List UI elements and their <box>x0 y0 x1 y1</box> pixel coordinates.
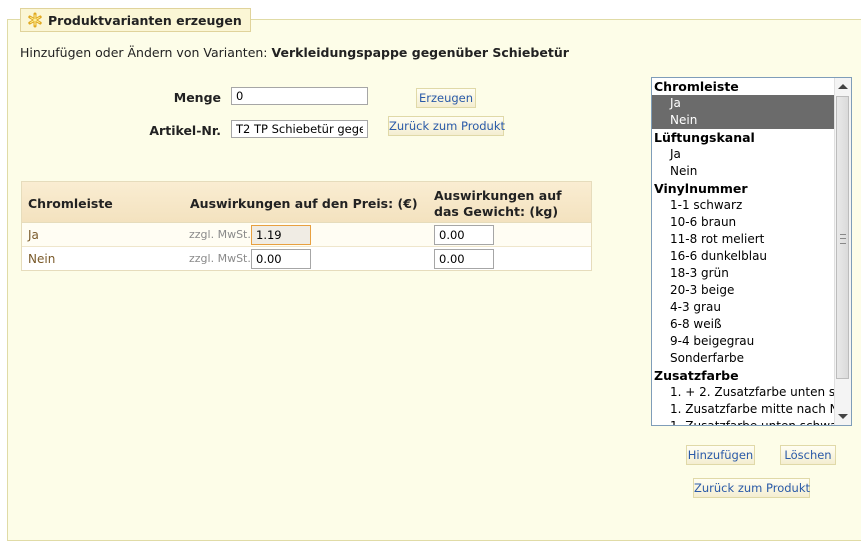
menge-label: Menge <box>173 90 221 105</box>
price-input[interactable] <box>251 225 311 245</box>
weight-input[interactable] <box>434 249 494 269</box>
table-row: Ja zzgl. MwSt. <box>22 223 591 247</box>
scroll-thumb[interactable] <box>836 96 849 379</box>
listbox-option[interactable]: 1. Zusatzfarbe mitte nach NC <box>652 401 834 418</box>
delete-button[interactable]: Löschen <box>780 445 836 465</box>
add-button[interactable]: Hinzufügen <box>686 445 755 465</box>
listbox-option[interactable]: Nein <box>652 163 834 180</box>
artikel-input[interactable] <box>231 120 368 138</box>
artikel-label: Artikel-Nr. <box>149 123 221 138</box>
listbox-option[interactable]: Sonderfarbe <box>652 350 834 367</box>
column-header-price: Auswirkungen auf den Preis: (€) <box>190 196 418 211</box>
listbox-option[interactable]: 9-4 beigegrau <box>652 333 834 350</box>
listbox-group-label: Chromleiste <box>654 79 739 94</box>
intro-prefix: Hinzufügen oder Ändern von Varianten: <box>20 45 268 60</box>
asterisk-icon <box>27 12 43 28</box>
listbox-group-label: Vinylnummer <box>654 181 748 196</box>
listbox-option[interactable]: 1. + 2. Zusatzfarbe unten schwarz <box>652 384 834 401</box>
listbox-option[interactable]: Ja <box>652 146 834 163</box>
listbox-scrollbar[interactable] <box>834 78 851 425</box>
listbox-option[interactable]: Ja <box>652 95 834 112</box>
product-name: Verkleidungspappe gegenüber Schiebetür <box>271 45 569 60</box>
listbox-option[interactable]: 20-3 beige <box>652 282 834 299</box>
scroll-down-icon[interactable] <box>838 414 848 419</box>
variant-table: Chromleiste Auswirkungen auf den Preis: … <box>21 181 592 271</box>
listbox-option[interactable]: 6-8 weiß <box>652 316 834 333</box>
back-to-product-button-bottom[interactable]: Zurück zum Produkt <box>693 478 810 498</box>
erzeugen-button[interactable]: Erzeugen <box>416 88 476 108</box>
table-header: Chromleiste Auswirkungen auf den Preis: … <box>22 182 591 223</box>
table-row: Nein zzgl. MwSt. <box>22 247 591 270</box>
price-input[interactable] <box>251 249 311 269</box>
listbox-option[interactable]: Nein <box>652 112 834 129</box>
listbox-option[interactable]: 11-8 rot meliert <box>652 231 834 248</box>
tax-note: zzgl. MwSt. <box>189 228 251 241</box>
scroll-up-icon[interactable] <box>838 84 848 89</box>
back-to-product-button-top[interactable]: Zurück zum Produkt <box>388 116 505 136</box>
listbox-option[interactable]: 1-1 schwarz <box>652 197 834 214</box>
weight-input[interactable] <box>434 225 494 245</box>
listbox-option[interactable]: 4-3 grau <box>652 299 834 316</box>
column-header-name: Chromleiste <box>28 196 113 211</box>
intro-text: Hinzufügen oder Ändern von Varianten: Ve… <box>20 45 569 60</box>
menge-input[interactable] <box>231 87 368 105</box>
listbox-option[interactable]: 1. Zusatzfarbe unten schwarz <box>652 418 834 425</box>
tax-note: zzgl. MwSt. <box>189 252 251 265</box>
grip-icon <box>840 234 846 244</box>
listbox-options: Chromleiste Ja Nein Lüftungskanal Ja Nein Viny… <box>652 78 834 425</box>
panel-legend: Produktvarianten erzeugen <box>20 8 251 32</box>
column-header-weight: Auswirkungen auf das Gewicht: (kg) <box>434 188 562 219</box>
listbox-option[interactable]: 16-6 dunkelblau <box>652 248 834 265</box>
panel-title: Produktvarianten erzeugen <box>48 12 242 28</box>
variant-name: Ja <box>28 228 39 242</box>
variant-name: Nein <box>28 252 56 266</box>
listbox-group-label: Zusatzfarbe <box>654 368 739 383</box>
listbox-option[interactable]: 10-6 braun <box>652 214 834 231</box>
variant-options-listbox[interactable]: Chromleiste Ja Nein Lüftungskanal Ja Nein Viny… <box>651 77 852 426</box>
listbox-option[interactable]: 18-3 grün <box>652 265 834 282</box>
listbox-group-label: Lüftungskanal <box>654 130 755 145</box>
